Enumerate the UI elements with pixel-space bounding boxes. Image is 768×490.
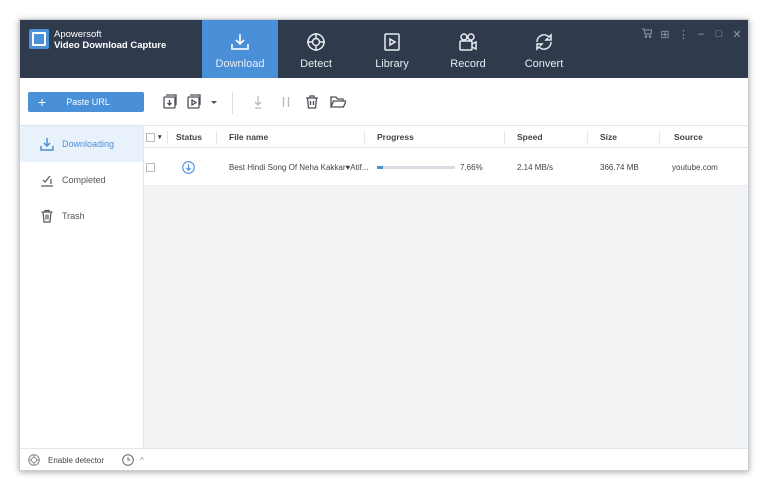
tab-record-label: Record (450, 58, 486, 70)
progress-track (377, 165, 455, 169)
tab-download-label: Download (215, 58, 265, 70)
minimize-icon[interactable]: – (696, 28, 706, 41)
brand-text: Apowersoft Video Download Capture (54, 29, 166, 51)
crosshair-icon (307, 33, 325, 51)
row-progress-text: 7.66% (460, 162, 483, 172)
tab-convert[interactable]: Convert (506, 20, 582, 78)
app-logo-icon (29, 29, 49, 49)
select-all-checkbox[interactable] (146, 126, 155, 148)
sidebar-item-completed[interactable]: Completed (20, 162, 143, 198)
progress-fill (377, 165, 383, 169)
maximize-icon[interactable]: □ (714, 28, 724, 41)
column-divider (504, 131, 505, 143)
cart-icon[interactable] (642, 28, 653, 41)
table-header: ▾ Status File name Progress Speed Size S… (144, 126, 748, 148)
row-size: 366.74 MB (600, 162, 639, 172)
brand-name: Apowersoft (54, 29, 102, 40)
tab-detect-label: Detect (300, 58, 332, 70)
tab-library[interactable]: Library (354, 20, 430, 78)
status-bar: Enable detector ^ (20, 448, 748, 470)
header-speed[interactable]: Speed (517, 126, 543, 148)
main-nav: Download Detect Library Record Convert (202, 20, 582, 78)
header-progress[interactable]: Progress (377, 126, 414, 148)
sidebar-item-trash[interactable]: Trash (20, 198, 143, 234)
tab-download[interactable]: Download (202, 20, 278, 78)
close-icon[interactable]: ✕ (732, 28, 742, 41)
plus-icon: + (38, 94, 47, 110)
tab-detect[interactable]: Detect (278, 20, 354, 78)
open-folder-icon[interactable] (330, 94, 347, 110)
sidebar-item-label: Downloading (62, 139, 115, 149)
row-speed: 2.14 MB/s (517, 162, 554, 172)
checklist-icon (41, 175, 53, 187)
top-navigation-bar: Apowersoft Video Download Capture Downlo… (20, 20, 748, 78)
app-window: Apowersoft Video Download Capture Downlo… (19, 19, 749, 471)
row-file-name: Best Hindi Song Of Neha Kakkar♥Atif... (229, 162, 369, 172)
tab-record[interactable]: Record (430, 20, 506, 78)
toolbar-divider (232, 92, 233, 114)
sidebar-item-downloading[interactable]: Downloading (20, 126, 143, 162)
tab-convert-label: Convert (524, 58, 564, 70)
column-divider (587, 131, 588, 143)
downloading-status-icon (182, 148, 195, 186)
paste-url-label: Paste URL (66, 97, 110, 107)
import-download-icon[interactable] (162, 94, 178, 110)
download-tray-icon (231, 34, 249, 50)
sidebar-item-label: Completed (62, 175, 106, 185)
downloads-table: ▾ Status File name Progress Speed Size S… (144, 126, 748, 448)
play-file-icon[interactable] (186, 94, 202, 110)
column-divider (167, 131, 168, 143)
convert-circle-icon (536, 33, 552, 51)
table-row[interactable]: Best Hindi Song Of Neha Kakkar♥Atif... 7… (144, 148, 748, 186)
header-size[interactable]: Size (600, 126, 617, 148)
header-status[interactable]: Status (176, 126, 202, 148)
column-divider (364, 131, 365, 143)
header-file-name[interactable]: File name (229, 126, 268, 148)
chevron-down-icon[interactable] (206, 94, 217, 110)
toolbar: + Paste URL (20, 78, 748, 126)
paste-url-button[interactable]: + Paste URL (28, 92, 144, 112)
column-divider (659, 131, 660, 143)
column-divider (216, 131, 217, 143)
grid-icon[interactable]: ⊞ (660, 28, 670, 41)
row-checkbox[interactable] (146, 148, 155, 186)
download-icon (40, 138, 54, 151)
play-box-icon (384, 33, 400, 51)
row-source: youtube.com (672, 162, 718, 172)
select-dropdown-icon[interactable]: ▾ (158, 126, 162, 148)
pause-icon[interactable] (278, 94, 294, 110)
trash-icon (41, 209, 53, 223)
window-controls: ⊞ ⋮ – □ ✕ (642, 28, 742, 41)
sidebar-item-label: Trash (62, 211, 85, 221)
row-progress-bar (377, 148, 455, 186)
product-name: Video Download Capture (54, 40, 167, 51)
detector-toggle-icon[interactable] (28, 453, 40, 468)
sidebar: Downloading Completed Trash (20, 126, 144, 448)
video-camera-icon (459, 33, 477, 51)
enable-detector-label[interactable]: Enable detector (48, 456, 104, 465)
schedule-clock-icon[interactable] (122, 453, 134, 468)
header-source[interactable]: Source (674, 126, 703, 148)
tab-library-label: Library (375, 58, 409, 70)
delete-icon[interactable] (304, 94, 320, 110)
resume-download-icon[interactable] (250, 94, 266, 110)
brand: Apowersoft Video Download Capture (29, 29, 166, 51)
more-menu-icon[interactable]: ⋮ (678, 28, 689, 41)
chevron-up-icon[interactable]: ^ (140, 456, 144, 465)
